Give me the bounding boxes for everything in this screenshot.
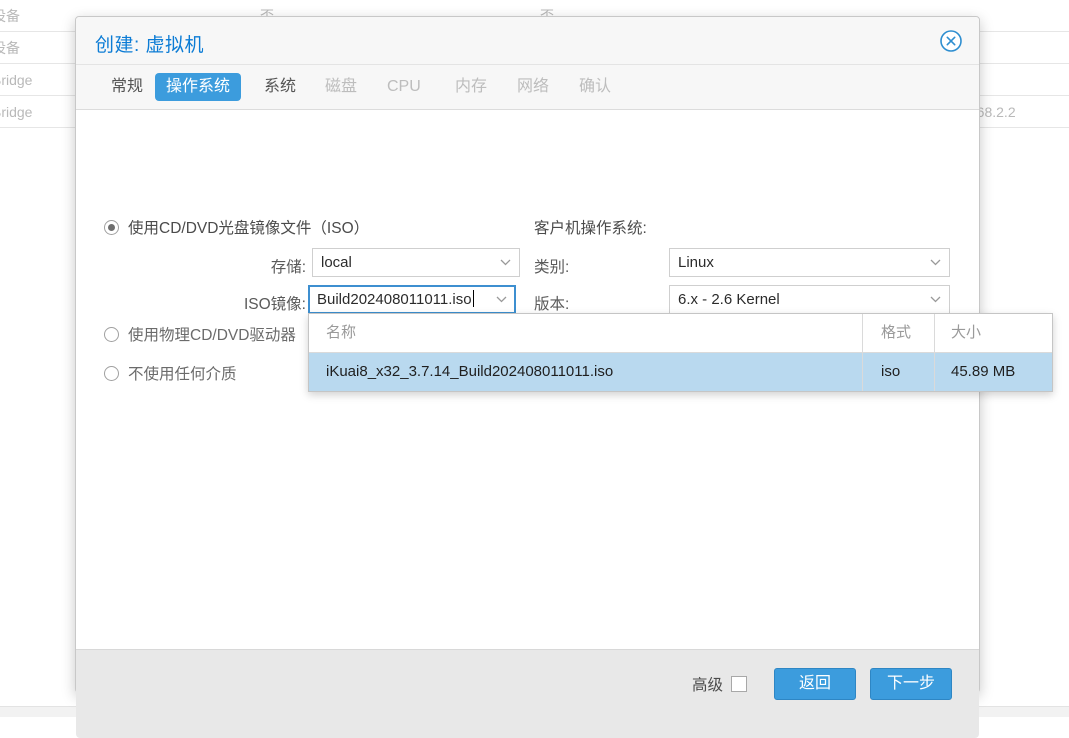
table-cell-device: Bridge: [0, 72, 33, 88]
storage-select[interactable]: local: [312, 248, 520, 277]
advanced-label: 高级: [691, 677, 723, 694]
chevron-down-icon: [496, 296, 507, 303]
iso-image-combobox[interactable]: Build202408011011.iso: [308, 285, 516, 314]
chevron-down-icon: [930, 259, 941, 266]
radio-no-media-label: 不使用任何介质: [128, 366, 237, 383]
tab-system[interactable]: 系统: [253, 73, 307, 101]
tab-disk: 磁盘: [325, 78, 358, 95]
next-button[interactable]: 下一步: [870, 668, 952, 700]
iso-image-dropdown-panel: 名称 格式 大小 iKuai8_x32_3.7.14_Build20240801…: [308, 313, 1053, 392]
iso-image-value[interactable]: Build202408011011.iso: [317, 286, 474, 313]
tab-memory: 内存: [455, 78, 488, 95]
text-cursor: [472, 290, 474, 307]
table-cell-device: 设备: [0, 40, 20, 56]
radio-iso-indicator[interactable]: [104, 219, 119, 235]
radio-option-iso[interactable]: 使用CD/DVD光盘镜像文件（ISO）: [104, 216, 369, 238]
create-vm-dialog: 创建: 虚拟机 常规 操作系统 系统 磁盘 CPU 内存 网络 确认 使用CD/…: [75, 16, 1053, 738]
os-version-label: 版本:: [534, 296, 570, 313]
dropdown-col-size: 大小: [934, 314, 1052, 352]
storage-select-value: local: [321, 254, 352, 271]
table-cell-device: 设备: [0, 8, 20, 24]
iso-image-label: ISO镜像:: [243, 296, 306, 313]
wizard-tabs: 常规 操作系统 系统 磁盘 CPU 内存 网络 确认: [76, 65, 979, 110]
dropdown-header-row: 名称 格式 大小: [309, 314, 1052, 353]
tab-general[interactable]: 常规: [100, 73, 154, 101]
dialog-footer: 高级 返回 下一步: [76, 649, 979, 738]
dialog-body: 使用CD/DVD光盘镜像文件（ISO） 存储: local ISO镜像: Bui…: [76, 110, 1053, 649]
advanced-checkbox[interactable]: [731, 676, 747, 692]
tab-cpu: CPU: [387, 78, 421, 95]
radio-physical-label: 使用物理CD/DVD驱动器: [128, 327, 296, 344]
dialog-header: 创建: 虚拟机: [76, 17, 979, 65]
os-type-select[interactable]: Linux: [669, 248, 950, 277]
os-type-value: Linux: [678, 254, 714, 271]
radio-option-physical-drive[interactable]: 使用物理CD/DVD驱动器: [104, 323, 296, 345]
guest-os-heading: 客户机操作系统:: [534, 220, 647, 237]
dropdown-col-name: 名称: [326, 324, 357, 341]
radio-no-media-indicator[interactable]: [104, 365, 119, 381]
dropdown-option-row[interactable]: iKuai8_x32_3.7.14_Build202408011011.iso …: [309, 353, 1052, 391]
dropdown-option-format: iso: [862, 353, 934, 391]
os-version-select[interactable]: 6.x - 2.6 Kernel: [669, 285, 950, 314]
radio-option-no-media[interactable]: 不使用任何介质: [104, 362, 237, 384]
os-type-label: 类别:: [534, 259, 570, 276]
dropdown-option-size: 45.89 MB: [934, 353, 1052, 391]
tab-network: 网络: [517, 78, 550, 95]
os-version-value: 6.x - 2.6 Kernel: [678, 291, 780, 308]
back-button[interactable]: 返回: [774, 668, 856, 700]
dialog-title: 创建: 虚拟机: [95, 35, 205, 56]
storage-label: 存储:: [270, 259, 306, 276]
tab-confirm: 确认: [579, 78, 612, 95]
radio-physical-indicator[interactable]: [104, 326, 119, 342]
chevron-down-icon: [500, 259, 511, 266]
table-cell-device: Bridge: [0, 104, 33, 120]
chevron-down-icon: [930, 296, 941, 303]
dropdown-option-name: iKuai8_x32_3.7.14_Build202408011011.iso: [326, 363, 614, 380]
dropdown-col-format: 格式: [862, 314, 934, 352]
tab-os[interactable]: 操作系统: [155, 73, 242, 101]
advanced-checkbox-wrapper[interactable]: 高级: [692, 673, 747, 695]
close-circle-icon[interactable]: [939, 29, 963, 53]
radio-iso-label: 使用CD/DVD光盘镜像文件（ISO）: [128, 220, 370, 237]
